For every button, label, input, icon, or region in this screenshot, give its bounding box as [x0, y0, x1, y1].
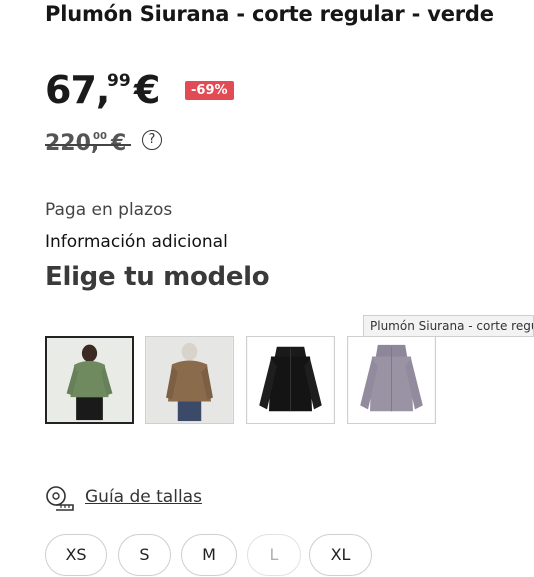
- old-price-cents: 00: [93, 131, 107, 142]
- variant-green[interactable]: [45, 336, 134, 424]
- model-variants: [45, 336, 534, 426]
- variant-brown[interactable]: [145, 336, 234, 424]
- size-xs-button[interactable]: XS: [45, 534, 107, 576]
- size-xl-button[interactable]: XL: [309, 534, 372, 576]
- jacket-black-image: [247, 337, 334, 423]
- variant-tooltip: Plumón Siurana - corte regular: [363, 315, 534, 337]
- product-title: Plumón Siurana - corte regular - verde: [45, 2, 494, 26]
- jacket-green-image: [47, 338, 132, 422]
- measuring-tape-icon: [46, 486, 74, 511]
- question-mark-icon[interactable]: ?: [142, 130, 162, 150]
- size-selector: XS S M L XL: [45, 534, 534, 576]
- jacket-brown-image: [146, 337, 233, 423]
- price-currency: €: [134, 68, 161, 112]
- size-guide-label[interactable]: Guía de tallas: [85, 487, 202, 507]
- jacket-lilac-image: [348, 337, 435, 423]
- additional-info-link[interactable]: Información adicional: [45, 232, 228, 252]
- price-cents: 99: [107, 71, 131, 91]
- choose-model-heading: Elige tu modelo: [45, 262, 270, 292]
- size-l-button[interactable]: L: [247, 534, 301, 576]
- discount-badge: -69%: [185, 81, 234, 100]
- installments-link[interactable]: Paga en plazos: [45, 200, 172, 220]
- size-m-button[interactable]: M: [181, 534, 237, 576]
- strikethrough-line: [45, 144, 131, 146]
- price-integer: 67,: [45, 68, 110, 112]
- size-s-button[interactable]: S: [118, 534, 171, 576]
- variant-black[interactable]: [246, 336, 335, 424]
- variant-lilac[interactable]: [347, 336, 436, 424]
